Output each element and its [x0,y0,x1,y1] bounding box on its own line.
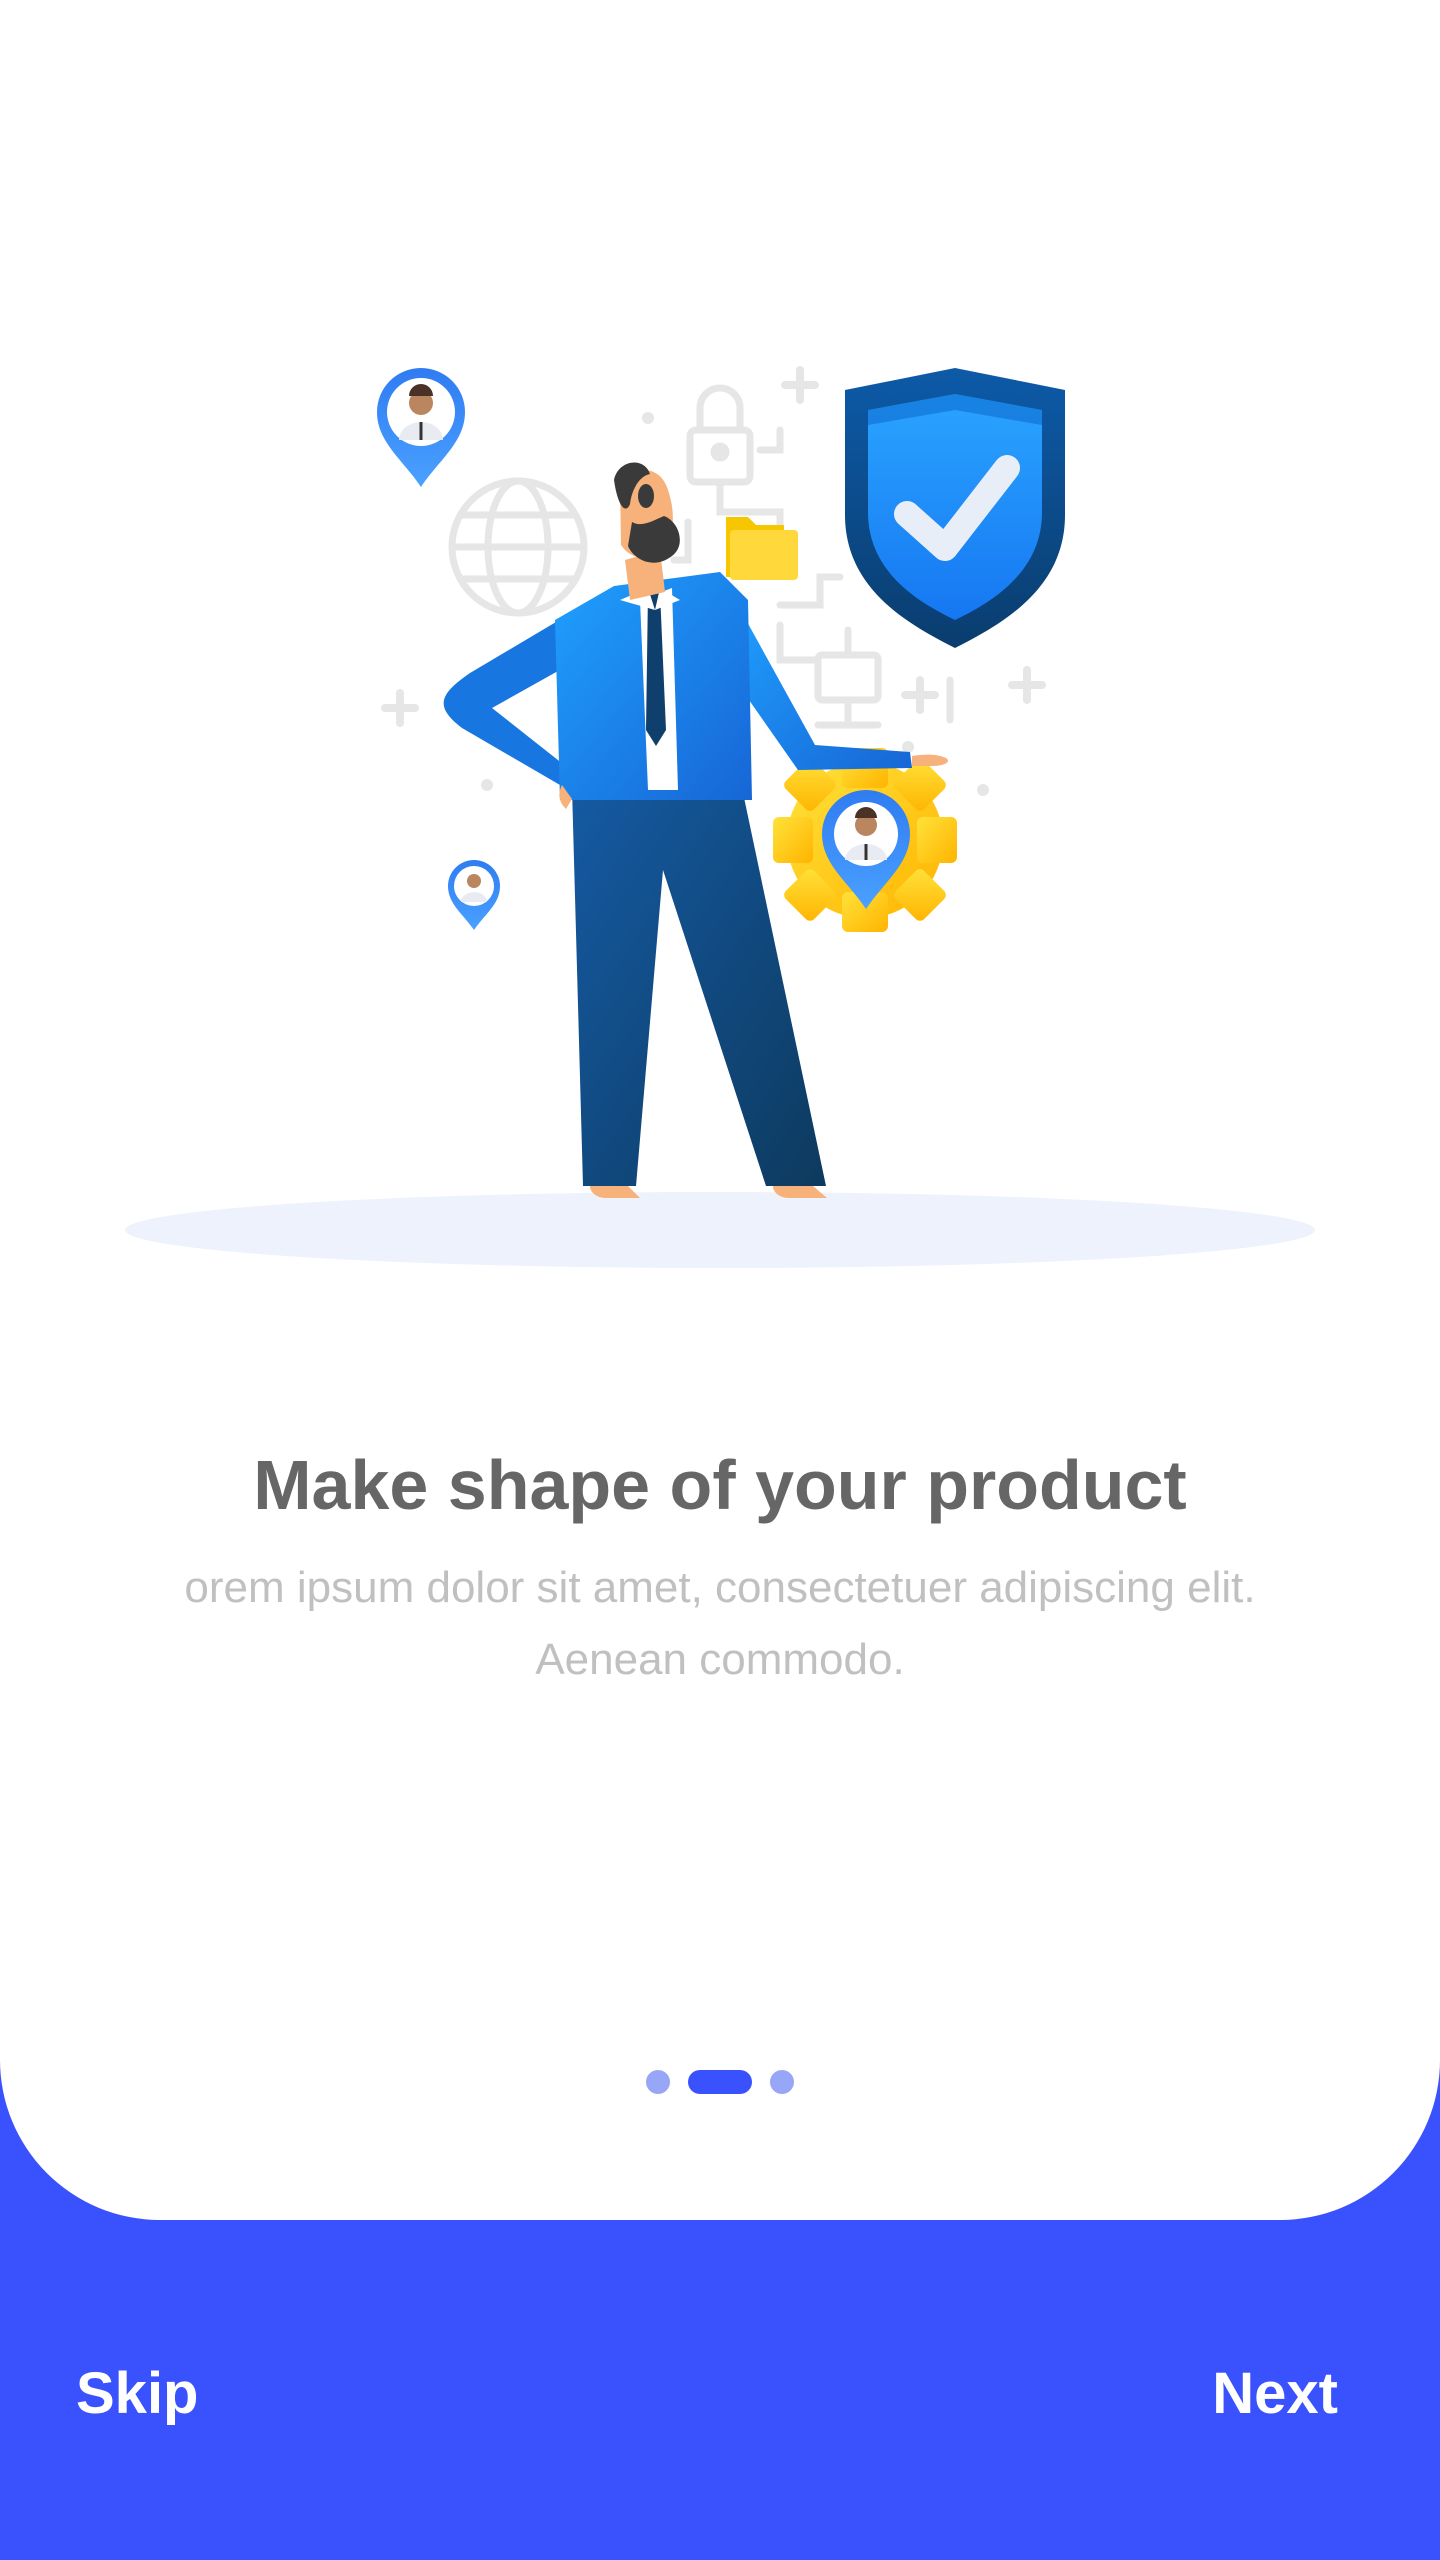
skip-button[interactable]: Skip [76,2352,199,2436]
location-pin-icon [448,860,500,930]
onboarding-title: Make shape of your product [253,1446,1187,1524]
folder-icon [726,517,798,580]
page-indicator-dot-1[interactable] [646,2070,670,2094]
onboarding-illustration [125,366,1315,1268]
page-indicator [0,2070,1440,2094]
gear-icon [773,748,957,932]
onboarding-card: Make shape of your product orem ipsum do… [0,0,1440,2220]
globe-icon [448,477,588,617]
page-indicator-dot-2-active[interactable] [688,2070,752,2094]
page-indicator-dot-3[interactable] [770,2070,794,2094]
location-pin-icon [377,368,465,487]
lock-icon [686,384,754,486]
next-button[interactable]: Next [1212,2352,1338,2436]
onboarding-description: orem ipsum dolor sit amet, consectetuer … [184,1563,1256,1684]
shield-check-icon [845,368,1065,648]
ground-shadow [125,1192,1315,1268]
